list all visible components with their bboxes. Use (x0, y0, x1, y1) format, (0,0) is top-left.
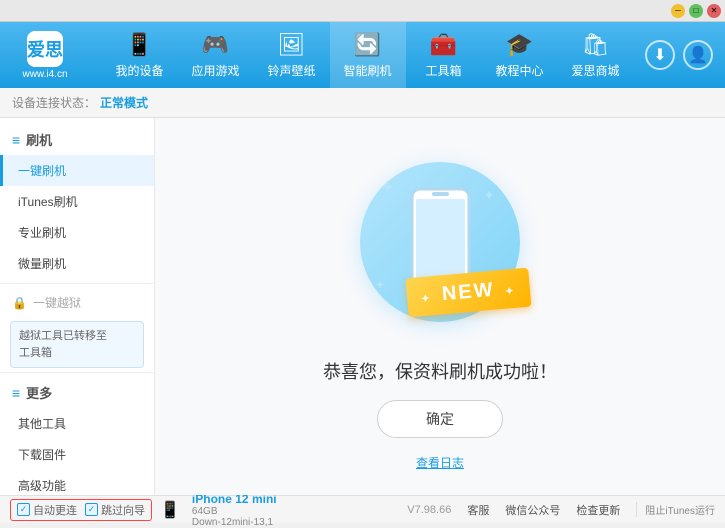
logo: 爱思 www.i4.cn (0, 31, 90, 80)
skip-wizard-label: 跳过向导 (101, 502, 145, 518)
one-click-flash-label: 一键刷机 (18, 162, 66, 179)
nav-right: ⬇ 👤 (645, 40, 725, 70)
auto-connect-checkbox-item[interactable]: ✓ 自动更连 (17, 502, 77, 518)
customer-service-link[interactable]: 客服 (467, 502, 489, 518)
title-bar: ─ □ ✕ (0, 0, 725, 22)
itunes-status: 阻止iTunes运行 (636, 502, 715, 517)
sidebar: ≡ 刷机 一键刷机 iTunes刷机 专业刷机 微量刷机 🔒 一键越狱 越狱工具… (0, 118, 155, 495)
main-layout: ≡ 刷机 一键刷机 iTunes刷机 专业刷机 微量刷机 🔒 一键越狱 越狱工具… (0, 118, 725, 495)
bottom-bar: ✓ 自动更连 ✓ 跳过向导 📱 iPhone 12 mini 64GB Down… (0, 495, 725, 523)
close-button[interactable]: ✕ (707, 4, 721, 18)
sidebar-item-data-flash[interactable]: 微量刷机 (0, 248, 154, 279)
lock-icon: 🔒 (12, 296, 27, 310)
skip-wizard-checkbox-item[interactable]: ✓ 跳过向导 (85, 502, 145, 518)
nav-label-tutorial: 教程中心 (495, 62, 543, 79)
flash-section-icon: ≡ (12, 132, 20, 148)
sidebar-divider-2 (0, 372, 154, 373)
apps-games-icon: 🎮 (202, 32, 229, 58)
phone-illustration: ✦ ✦ ✦ NEW (340, 142, 540, 342)
device-model: Down-12mini-13,1 (192, 517, 277, 528)
download-firmware-label: 下载固件 (18, 446, 66, 463)
device-info: iPhone 12 mini 64GB Down-12mini-13,1 (192, 492, 277, 528)
nav-item-shop[interactable]: 🛍 爱思商城 (558, 22, 634, 88)
minimize-button[interactable]: ─ (671, 4, 685, 18)
success-title: 恭喜您，保资料刷机成功啦！ (323, 358, 557, 384)
nav-bar: 📱 我的设备 🎮 应用游戏 🖼 铃声壁纸 🔄 智能刷机 🧰 工具箱 🎓 教程中心… (90, 22, 645, 88)
check-update-link[interactable]: 检查更新 (576, 502, 620, 518)
itunes-flash-label: iTunes刷机 (18, 193, 78, 210)
sparkle-3: ✦ (375, 278, 385, 292)
sidebar-item-itunes-flash[interactable]: iTunes刷机 (0, 186, 154, 217)
auto-connect-label: 自动更连 (33, 502, 77, 518)
status-value: 正常模式 (100, 94, 148, 111)
nav-label-wallpaper: 铃声壁纸 (267, 62, 315, 79)
more-section-icon: ≡ (12, 385, 20, 401)
device-phone-icon: 📱 (160, 500, 180, 520)
data-flash-label: 微量刷机 (18, 255, 66, 272)
sidebar-item-one-click-flash[interactable]: 一键刷机 (0, 155, 154, 186)
sparkle-1: ✦ (380, 177, 395, 198)
sidebar-item-pro-flash[interactable]: 专业刷机 (0, 217, 154, 248)
sidebar-item-download-firmware[interactable]: 下载固件 (0, 439, 154, 470)
sparkle-2: ✦ (483, 187, 495, 204)
sidebar-section-flash: ≡ 刷机 (0, 124, 154, 155)
sidebar-section-more: ≡ 更多 (0, 377, 154, 408)
nav-item-smart-flash[interactable]: 🔄 智能刷机 (330, 22, 406, 88)
nav-item-tutorial[interactable]: 🎓 教程中心 (482, 22, 558, 88)
status-bar: 设备连接状态： 正常模式 (0, 88, 725, 118)
review-log-link[interactable]: 查看日志 (416, 454, 464, 471)
nav-label-apps-games: 应用游戏 (191, 62, 239, 79)
success-container: ✦ ✦ ✦ NEW 恭喜您，保资料刷机成功啦！ (323, 142, 557, 471)
content-area: ✦ ✦ ✦ NEW 恭喜您，保资料刷机成功啦！ (155, 118, 725, 495)
sidebar-lock-item: 🔒 一键越狱 (0, 288, 154, 317)
wallpaper-icon: 🖼 (278, 32, 306, 58)
checkbox-group: ✓ 自动更连 ✓ 跳过向导 (10, 499, 152, 521)
download-button[interactable]: ⬇ (645, 40, 675, 70)
nav-item-toolbox[interactable]: 🧰 工具箱 (406, 22, 482, 88)
auto-connect-checkbox[interactable]: ✓ (17, 503, 30, 516)
sidebar-section-flash-label: 刷机 (26, 130, 52, 149)
shop-icon: 🛍 (582, 32, 610, 58)
other-tools-label: 其他工具 (18, 415, 66, 432)
lock-label: 一键越狱 (33, 294, 81, 311)
bottom-right: V7.98.66 客服 微信公众号 检查更新 阻止iTunes运行 (407, 502, 715, 518)
tutorial-icon: 🎓 (506, 32, 533, 58)
nav-label-smart-flash: 智能刷机 (343, 62, 391, 79)
sidebar-section-more-label: 更多 (26, 383, 52, 402)
skip-wizard-checkbox[interactable]: ✓ (85, 503, 98, 516)
confirm-button[interactable]: 确定 (377, 400, 503, 438)
nav-item-my-device[interactable]: 📱 我的设备 (102, 22, 178, 88)
device-capacity: 64GB (192, 506, 277, 517)
status-label: 设备连接状态： (12, 94, 96, 111)
my-device-icon: 📱 (126, 32, 153, 58)
toolbox-icon: 🧰 (430, 32, 457, 58)
logo-text: www.i4.cn (22, 69, 67, 80)
version-text: V7.98.66 (407, 504, 451, 516)
nav-item-wallpaper[interactable]: 🖼 铃声壁纸 (254, 22, 330, 88)
pro-flash-label: 专业刷机 (18, 224, 66, 241)
logo-icon: 爱思 (27, 31, 63, 67)
notice-box: 越狱工具已转移至工具箱 (10, 321, 144, 368)
phone-circle: ✦ ✦ ✦ NEW (360, 162, 520, 322)
bottom-left: ✓ 自动更连 ✓ 跳过向导 📱 iPhone 12 mini 64GB Down… (10, 492, 407, 528)
nav-label-shop: 爱思商城 (571, 62, 619, 79)
nav-label-toolbox: 工具箱 (425, 62, 461, 79)
header: 爱思 www.i4.cn 📱 我的设备 🎮 应用游戏 🖼 铃声壁纸 🔄 智能刷机… (0, 22, 725, 88)
sidebar-divider-1 (0, 283, 154, 284)
sidebar-item-other-tools[interactable]: 其他工具 (0, 408, 154, 439)
maximize-button[interactable]: □ (689, 4, 703, 18)
user-button[interactable]: 👤 (683, 40, 713, 70)
nav-item-apps-games[interactable]: 🎮 应用游戏 (178, 22, 254, 88)
nav-label-my-device: 我的设备 (115, 62, 163, 79)
smart-flash-icon: 🔄 (354, 32, 381, 58)
wechat-public-link[interactable]: 微信公众号 (505, 502, 560, 518)
notice-text: 越狱工具已转移至工具箱 (19, 330, 107, 359)
